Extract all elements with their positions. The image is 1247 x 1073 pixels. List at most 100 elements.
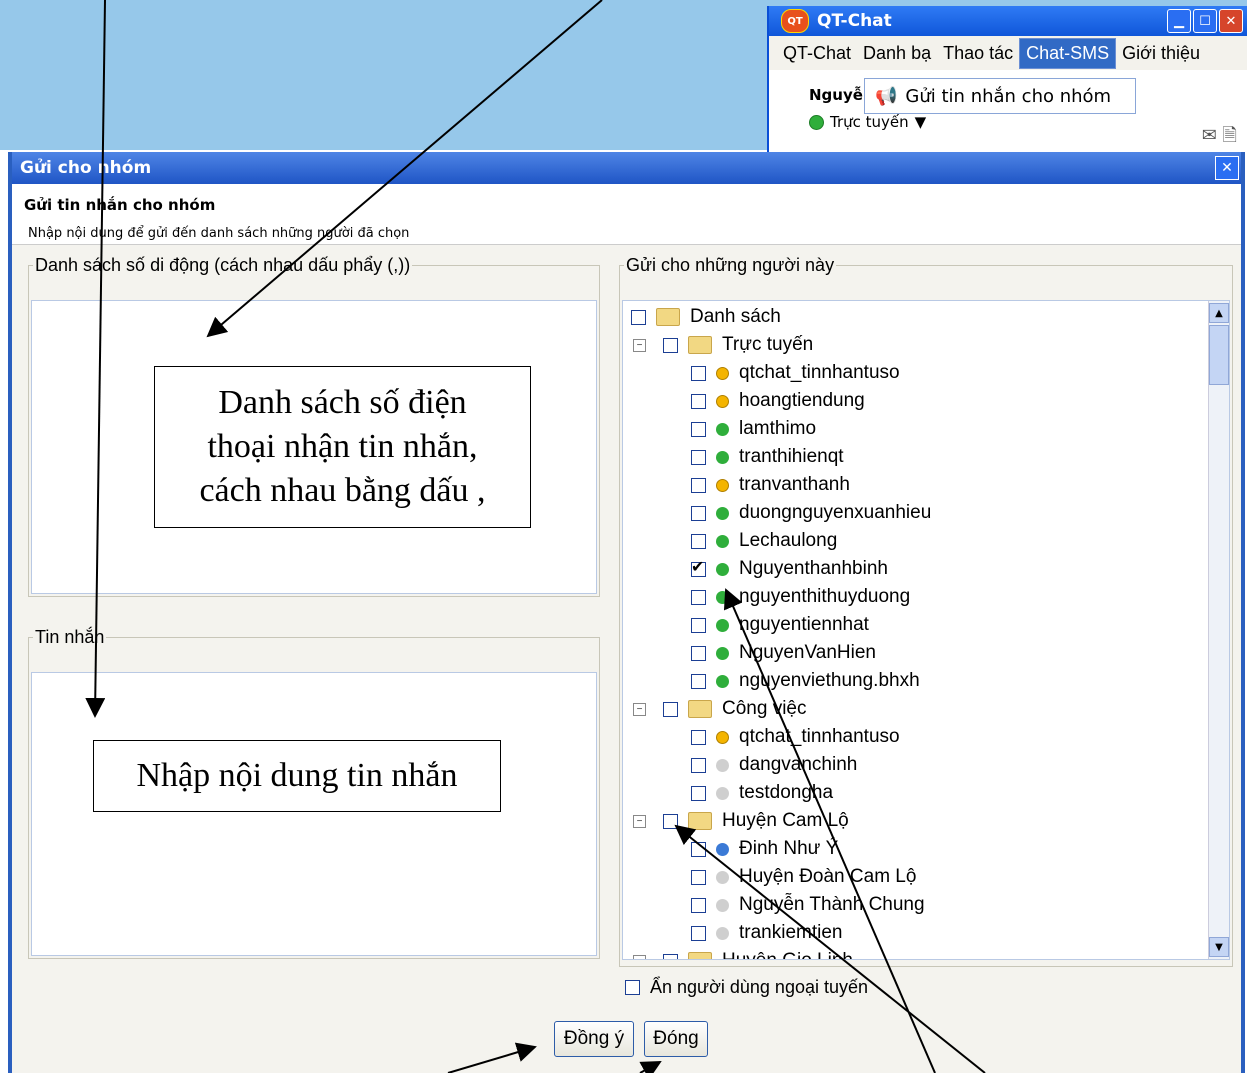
folder-icon	[688, 952, 712, 959]
recipients-legend: Gửi cho những người này	[626, 255, 835, 275]
maximize-icon[interactable]: ☐	[1193, 9, 1217, 33]
tree-checkbox[interactable]	[691, 757, 706, 773]
tree-user-row[interactable]: Nguyenthanhbinh	[691, 555, 888, 583]
tree-user-row[interactable]: qtchat_tinnhantuso	[691, 359, 900, 387]
offline-status-icon	[716, 870, 729, 884]
online-status-icon	[716, 450, 729, 464]
collapse-icon[interactable]: −	[633, 338, 646, 352]
tree-user-row[interactable]: lamthimo	[691, 415, 816, 443]
dialog-close-icon[interactable]: ✕	[1215, 156, 1239, 180]
close-button[interactable]: Đóng	[644, 1021, 708, 1057]
tree-checkbox[interactable]	[691, 589, 706, 605]
tree-user-row[interactable]: nguyentiennhat	[691, 611, 869, 639]
online-status-icon	[716, 590, 729, 604]
tree-checkbox[interactable]	[691, 421, 706, 437]
tree-user-row[interactable]: nguyenthithuyduong	[691, 583, 910, 611]
close-icon[interactable]: ✕	[1219, 9, 1243, 33]
tree-checkbox[interactable]	[691, 645, 706, 661]
hide-offline-option[interactable]: Ẩn người dùng ngoại tuyến	[625, 977, 868, 998]
phone-list-legend: Danh sách số di động (cách nhau dấu phẩy…	[35, 255, 411, 275]
tree-user-row[interactable]: Lechaulong	[691, 527, 837, 555]
collapse-icon[interactable]: −	[633, 954, 646, 959]
tree-checkbox[interactable]	[691, 841, 706, 857]
menu-send-group-message[interactable]: 📢 Gửi tin nhắn cho nhóm	[864, 78, 1136, 114]
offline-status-icon	[716, 758, 729, 772]
tree-checkbox[interactable]	[691, 673, 706, 689]
tree-user-row[interactable]: duongnguyenxuanhieu	[691, 499, 931, 527]
qtchat-logo-icon: QT	[781, 9, 809, 33]
tree-user-row[interactable]: NguyenVanHien	[691, 639, 876, 667]
dialog-titlebar[interactable]: Gửi cho nhóm ✕	[12, 152, 1241, 184]
tree-user-row[interactable]: nguyenviethung.bhxh	[691, 667, 920, 695]
tree-user-row[interactable]: tranvanthanh	[691, 471, 850, 499]
tree-user-row[interactable]: qtchat_tinnhantuso	[691, 723, 900, 751]
tree-user-row[interactable]: Đinh Như Ý	[691, 835, 838, 863]
tree-checkbox[interactable]	[691, 785, 706, 801]
menu-qtchat[interactable]: QT-Chat	[777, 39, 857, 68]
tree-user-row[interactable]: testdongha	[691, 779, 833, 807]
online-status-icon	[716, 506, 729, 520]
tree-checkbox[interactable]	[663, 953, 678, 959]
message-input[interactable]	[31, 672, 597, 956]
hide-offline-label: Ẩn người dùng ngoại tuyến	[650, 977, 869, 997]
tree-folder-row[interactable]: − Công việc	[633, 695, 807, 723]
tree-checkbox[interactable]	[691, 477, 706, 493]
status-selector[interactable]: Trực tuyến ▼	[809, 113, 926, 131]
ok-button[interactable]: Đồng ý	[554, 1021, 634, 1057]
tree-checkbox[interactable]	[691, 897, 706, 913]
tree-folder-row[interactable]: − Huyện Gio Linh	[633, 947, 853, 959]
tree-item-label: Huyện Cam Lộ	[722, 810, 849, 831]
tree-item-label: dangvanchinh	[739, 754, 858, 775]
recipients-tree[interactable]: Danh sách − Trực tuyến qtchat_tinnhantuso ho…	[622, 300, 1230, 960]
away-status-icon	[716, 366, 729, 380]
collapse-icon[interactable]: −	[633, 814, 646, 828]
tree-user-row[interactable]: trankiemtien	[691, 919, 843, 947]
collapse-icon[interactable]: −	[633, 702, 646, 716]
tree-checkbox[interactable]	[631, 309, 646, 325]
menu-chat-sms[interactable]: Chat-SMS	[1019, 37, 1117, 69]
tree-user-row[interactable]: dangvanchinh	[691, 751, 857, 779]
tree-item-label: Danh sách	[690, 306, 781, 327]
mail-icon[interactable]: ✉ 🗎	[1202, 123, 1237, 153]
tree-folder-row[interactable]: Danh sách	[631, 303, 781, 331]
tree-item-label: Nguyễn Thành Chung	[739, 894, 925, 915]
offline-status-icon	[716, 926, 729, 940]
tree-scrollbar[interactable]: ▲ ▼	[1208, 301, 1229, 959]
qtchat-titlebar[interactable]: QT QT-Chat ▁ ☐ ✕	[769, 6, 1247, 36]
tree-checkbox[interactable]	[691, 869, 706, 885]
qtchat-title: QT-Chat	[817, 11, 892, 31]
tree-checkbox[interactable]	[691, 925, 706, 941]
minimize-icon[interactable]: ▁	[1167, 9, 1191, 33]
dialog-subheading: Nhập nội dung để gửi đến danh sách những…	[28, 226, 410, 241]
tree-user-row[interactable]: hoangtiendung	[691, 387, 865, 415]
tree-item-label: lamthimo	[739, 418, 817, 439]
menu-thao-tac[interactable]: Thao tác	[937, 39, 1019, 68]
tree-folder-row[interactable]: − Huyện Cam Lộ	[633, 807, 849, 835]
menu-danh-ba[interactable]: Danh bạ	[857, 39, 937, 68]
send-group-dialog: Gửi cho nhóm ✕ Gửi tin nhắn cho nhóm Nhậ…	[8, 152, 1245, 1073]
tree-checkbox[interactable]	[691, 449, 706, 465]
tree-checkbox[interactable]	[691, 365, 706, 381]
tree-user-row[interactable]: Huyện Đoàn Cam Lộ	[691, 863, 916, 891]
tree-checkbox[interactable]	[691, 617, 706, 633]
tree-checkbox[interactable]	[691, 557, 706, 577]
tree-user-row[interactable]: Nguyễn Thành Chung	[691, 891, 925, 919]
tree-user-row[interactable]: tranthihienqt	[691, 443, 844, 471]
tree-folder-row[interactable]: − Trực tuyến	[633, 331, 813, 359]
dialog-header: Gửi tin nhắn cho nhóm Nhập nội dung để g…	[12, 184, 1241, 245]
tree-checkbox[interactable]	[691, 393, 706, 409]
offline-status-icon	[716, 786, 729, 800]
tree-checkbox[interactable]	[663, 701, 678, 717]
folder-icon	[688, 812, 712, 830]
menu-gioi-thieu[interactable]: Giới thiệu	[1116, 39, 1206, 68]
tree-checkbox[interactable]	[691, 505, 706, 521]
tree-checkbox[interactable]	[663, 337, 678, 353]
tree-item-label: qtchat_tinnhantuso	[739, 726, 900, 747]
scroll-down-icon[interactable]: ▼	[1209, 937, 1229, 957]
hide-offline-checkbox[interactable]	[625, 980, 640, 995]
scroll-up-icon[interactable]: ▲	[1209, 303, 1229, 323]
scroll-thumb[interactable]	[1209, 325, 1229, 385]
tree-checkbox[interactable]	[691, 729, 706, 745]
tree-checkbox[interactable]	[691, 533, 706, 549]
tree-checkbox[interactable]	[663, 813, 678, 829]
